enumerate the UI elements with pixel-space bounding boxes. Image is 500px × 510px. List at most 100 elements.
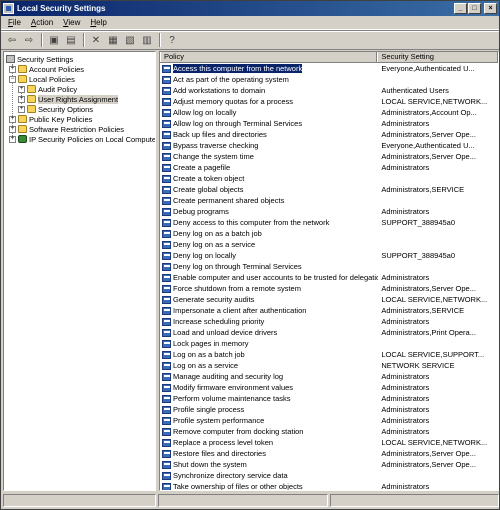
table-row[interactable]: Debug programs Administrators: [160, 206, 498, 217]
table-row[interactable]: Bypass traverse checking Everyone,Authent…: [160, 140, 498, 151]
policy-cell[interactable]: Load and unload device drivers: [160, 328, 378, 337]
policy-cell[interactable]: Access this computer from the network: [160, 64, 378, 73]
policy-cell[interactable]: Shut down the system: [160, 460, 378, 469]
forward-icon[interactable]: ⇨: [21, 32, 37, 48]
table-row[interactable]: Profile system performance Administrators: [160, 415, 498, 426]
back-icon[interactable]: ⇦: [4, 32, 20, 48]
table-row[interactable]: Impersonate a client after authenticatio…: [160, 305, 498, 316]
policy-cell[interactable]: Add workstations to domain: [160, 86, 378, 95]
up-folder-icon[interactable]: ▣: [46, 32, 62, 48]
table-row[interactable]: Create global objects Administrators,SERV…: [160, 184, 498, 195]
policy-cell[interactable]: Create a token object: [160, 174, 378, 183]
table-row[interactable]: Create permanent shared objects: [160, 195, 498, 206]
policy-cell[interactable]: Change the system time: [160, 152, 378, 161]
policy-cell[interactable]: Manage auditing and security log: [160, 372, 378, 381]
table-row[interactable]: Manage auditing and security log Administ…: [160, 371, 498, 382]
expand-icon[interactable]: +: [9, 115, 16, 123]
table-row[interactable]: Back up files and directories Administrat…: [160, 129, 498, 140]
table-row[interactable]: Shut down the system Administrators,Serve…: [160, 459, 498, 470]
table-row[interactable]: Allow log on locally Administrators,Accou…: [160, 107, 498, 118]
table-row[interactable]: Allow log on through Terminal Services Ad…: [160, 118, 498, 129]
policy-cell[interactable]: Generate security audits: [160, 295, 378, 304]
tree-item-ip-security-policies[interactable]: + IP Security Policies on Local Computer: [9, 134, 155, 144]
console-tree[interactable]: Security Settings + Account Policies − L…: [3, 51, 156, 491]
table-row[interactable]: Log on as a batch job LOCAL SERVICE,SUPPO…: [160, 349, 498, 360]
expand-icon[interactable]: +: [9, 135, 16, 143]
policy-cell[interactable]: Allow log on through Terminal Services: [160, 119, 378, 128]
policy-cell[interactable]: Act as part of the operating system: [160, 75, 378, 84]
table-row[interactable]: Create a token object: [160, 173, 498, 184]
policy-cell[interactable]: Adjust memory quotas for a process: [160, 97, 378, 106]
table-row[interactable]: Deny log on as a service: [160, 239, 498, 250]
tree-item-public-key-policies[interactable]: + Public Key Policies: [9, 114, 92, 124]
policy-cell[interactable]: Deny log on as a batch job: [160, 229, 378, 238]
table-row[interactable]: Take ownership of files or other objects…: [160, 481, 498, 490]
table-row[interactable]: Restore files and directories Administrat…: [160, 448, 498, 459]
policy-cell[interactable]: Perform volume maintenance tasks: [160, 394, 378, 403]
policy-cell[interactable]: Bypass traverse checking: [160, 141, 378, 150]
tree-item-security-options[interactable]: + Security Options: [18, 104, 93, 114]
collapse-icon[interactable]: −: [9, 75, 16, 83]
delete-icon[interactable]: ✕: [88, 32, 104, 48]
policy-cell[interactable]: Back up files and directories: [160, 130, 378, 139]
table-row[interactable]: Modify firmware environment values Admini…: [160, 382, 498, 393]
menu-view[interactable]: View: [58, 18, 85, 27]
expand-icon[interactable]: +: [9, 65, 16, 73]
table-row[interactable]: Lock pages in memory: [160, 338, 498, 349]
tree-item-audit-policy[interactable]: + Audit Policy: [18, 84, 77, 94]
refresh-icon[interactable]: ▧: [122, 32, 138, 48]
expand-icon[interactable]: +: [18, 95, 25, 103]
expand-icon[interactable]: +: [18, 105, 25, 113]
policy-cell[interactable]: Create permanent shared objects: [160, 196, 378, 205]
policy-cell[interactable]: Deny log on as a service: [160, 240, 378, 249]
table-row[interactable]: Profile single process Administrators: [160, 404, 498, 415]
tree-item-user-rights-assignment[interactable]: + User Rights Assignment: [18, 94, 119, 104]
policy-cell[interactable]: Create global objects: [160, 185, 378, 194]
table-row[interactable]: Replace a process level token LOCAL SERVI…: [160, 437, 498, 448]
expand-icon[interactable]: +: [9, 125, 16, 133]
table-row[interactable]: Adjust memory quotas for a process LOCAL …: [160, 96, 498, 107]
policy-cell[interactable]: Remove computer from docking station: [160, 427, 378, 436]
policy-cell[interactable]: Restore files and directories: [160, 449, 378, 458]
table-row[interactable]: Force shutdown from a remote system Admin…: [160, 283, 498, 294]
tree-item-account-policies[interactable]: + Account Policies: [9, 64, 84, 74]
table-row[interactable]: Remove computer from docking station Admi…: [160, 426, 498, 437]
menu-help[interactable]: Help: [85, 18, 111, 27]
policy-cell[interactable]: Profile system performance: [160, 416, 378, 425]
policy-cell[interactable]: Modify firmware environment values: [160, 383, 378, 392]
minimize-button[interactable]: _: [454, 3, 467, 14]
table-row[interactable]: Increase scheduling priority Administrato…: [160, 316, 498, 327]
policy-cell[interactable]: Force shutdown from a remote system: [160, 284, 378, 293]
table-row[interactable]: Generate security audits LOCAL SERVICE,NE…: [160, 294, 498, 305]
table-row[interactable]: Log on as a service NETWORK SERVICE: [160, 360, 498, 371]
table-row[interactable]: Add workstations to domain Authenticated …: [160, 85, 498, 96]
title-bar[interactable]: Local Security Settings _ □ ×: [1, 1, 499, 16]
help-icon[interactable]: ?: [164, 32, 180, 48]
policy-cell[interactable]: Lock pages in memory: [160, 339, 378, 348]
tree-item-security-settings[interactable]: Security Settings: [6, 54, 73, 64]
column-header-policy[interactable]: Policy: [160, 52, 378, 62]
show-tree-icon[interactable]: ▤: [63, 32, 79, 48]
table-row[interactable]: Deny access to this computer from the ne…: [160, 217, 498, 228]
policy-cell[interactable]: Take ownership of files or other objects: [160, 482, 378, 490]
export-list-icon[interactable]: ▥: [139, 32, 155, 48]
column-header-security-setting[interactable]: Security Setting: [377, 52, 498, 62]
table-row[interactable]: Create a pagefile Administrators: [160, 162, 498, 173]
table-row[interactable]: Enable computer and user accounts to be …: [160, 272, 498, 283]
close-button[interactable]: ×: [484, 3, 497, 14]
app-icon[interactable]: [3, 3, 14, 14]
menu-file[interactable]: File: [3, 18, 26, 27]
maximize-button[interactable]: □: [468, 3, 481, 14]
policy-cell[interactable]: Increase scheduling priority: [160, 317, 378, 326]
table-row[interactable]: Act as part of the operating system: [160, 74, 498, 85]
menu-action[interactable]: Action: [26, 18, 58, 27]
tree-item-local-policies[interactable]: − Local Policies: [9, 74, 75, 84]
policy-cell[interactable]: Deny access to this computer from the ne…: [160, 218, 378, 227]
policy-cell[interactable]: Profile single process: [160, 405, 378, 414]
policy-cell[interactable]: Synchronize directory service data: [160, 471, 378, 480]
table-row[interactable]: Access this computer from the network Eve…: [160, 63, 498, 74]
policy-cell[interactable]: Deny log on through Terminal Services: [160, 262, 378, 271]
policy-cell[interactable]: Allow log on locally: [160, 108, 378, 117]
policy-cell[interactable]: Deny log on locally: [160, 251, 378, 260]
policy-cell[interactable]: Enable computer and user accounts to be …: [160, 273, 378, 282]
